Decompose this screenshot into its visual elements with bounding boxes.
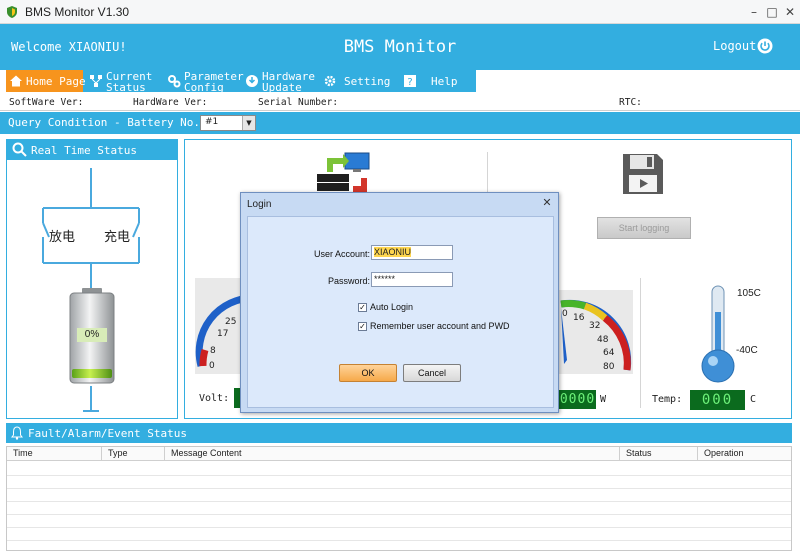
logout-link[interactable]: Logout [713, 39, 756, 53]
power-unit: W [600, 394, 607, 405]
volt-tick-25: 25 [225, 317, 236, 327]
software-version-label: SoftWare Ver: [9, 97, 84, 108]
menu-setting[interactable]: Setting [320, 70, 398, 92]
temp-lcd-display: 000 [690, 390, 745, 410]
column-header-time[interactable]: Time [7, 447, 102, 461]
power-tick-32: 32 [589, 321, 600, 331]
cancel-button[interactable]: Cancel [403, 364, 461, 382]
table-row-line [7, 540, 791, 541]
pc-battery-connection-icon [317, 152, 370, 192]
bell-icon [11, 426, 23, 440]
menu-help[interactable]: ? Help [398, 70, 476, 92]
volt-label: Volt: [199, 393, 230, 404]
power-tick-64: 64 [603, 348, 615, 358]
volt-tick-8: 8 [210, 346, 216, 356]
power-icon[interactable] [757, 38, 773, 54]
network-icon [90, 75, 102, 87]
thermometer-icon [701, 285, 735, 383]
fault-status-header: Fault/Alarm/Event Status [6, 423, 792, 443]
table-row-line [7, 527, 791, 528]
power-tick-16: 16 [573, 313, 585, 323]
power-gauge: 0 16 32 48 64 80 [559, 290, 633, 374]
login-close-button[interactable]: ✕ [540, 196, 554, 210]
svg-text:?: ? [407, 77, 412, 88]
maximize-button[interactable]: □ [763, 3, 781, 21]
real-time-status-panel: Real Time Status 放电 充电 0% [6, 139, 178, 419]
ok-button[interactable]: OK [339, 364, 397, 382]
auto-login-label: Auto Login [370, 302, 414, 312]
user-account-input[interactable]: XIAONIU [371, 245, 453, 260]
column-header-operation[interactable]: Operation [698, 447, 791, 461]
table-row-line [7, 475, 791, 476]
battery-selected-value: #1 [205, 117, 219, 127]
auto-login-checkbox[interactable]: ✓ [358, 303, 367, 312]
column-header-status[interactable]: Status [620, 447, 698, 461]
window-titlebar: BMS Monitor V1.30 – □ ✕ [0, 0, 800, 24]
table-row-line [7, 488, 791, 489]
user-account-label: User Account: [313, 249, 370, 259]
update-icon [246, 75, 258, 87]
battery-number-select[interactable]: #1 ▼ [200, 115, 256, 131]
minimize-button[interactable]: – [745, 3, 763, 21]
login-dialog: Login ✕ User Account: XIAONIU Password: … [240, 192, 559, 413]
user-account-value: XIAONIU [374, 247, 412, 257]
login-dialog-body: User Account: XIAONIU Password: ****** ✓… [247, 216, 554, 408]
gear-icon [324, 75, 336, 87]
real-time-status-header: Real Time Status [7, 140, 177, 160]
panel-divider [640, 278, 641, 408]
menu-parameter-config[interactable]: Parameter Config [164, 70, 244, 93]
menu-hardware-update[interactable]: Hardware Update [242, 70, 320, 93]
app-logo-icon [7, 6, 17, 18]
floppy-save-icon [623, 154, 663, 194]
column-header-message[interactable]: Message Content [165, 447, 620, 461]
hardware-version-label: HardWare Ver: [133, 97, 208, 108]
app-header: Welcome XIAONIU! BMS Monitor Logout [0, 24, 800, 70]
real-time-status-title: Real Time Status [31, 144, 137, 157]
remember-label: Remember user account and PWD [370, 321, 510, 331]
serial-number-label: Serial Number: [258, 97, 339, 108]
query-bar: Query Condition - Battery No.: #1 ▼ [0, 112, 800, 134]
temp-unit: C [750, 394, 757, 405]
gears-icon [168, 75, 181, 88]
column-header-type[interactable]: Type [102, 447, 165, 461]
power-tick-48: 48 [597, 335, 609, 345]
therm-min-label: -40C [736, 345, 758, 356]
help-icon: ? [404, 75, 416, 88]
discharge-switch-label: 放电 [49, 230, 76, 245]
rtc-label: RTC: [619, 97, 642, 108]
remember-checkbox[interactable]: ✓ [358, 322, 367, 331]
login-dialog-title: Login [247, 199, 272, 210]
charge-switch-label: 充电 [104, 230, 131, 245]
volt-tick-17: 17 [217, 329, 228, 339]
start-logging-button[interactable]: Start logging [597, 217, 691, 239]
fault-status-title: Fault/Alarm/Event Status [28, 427, 187, 440]
app-title: BMS Monitor [343, 37, 457, 57]
query-label: Query Condition - Battery No.: [8, 116, 207, 129]
menu-current-status[interactable]: Current Status [86, 70, 164, 93]
therm-max-label: 105C [737, 288, 761, 299]
fault-table[interactable]: Time Type Message Content Status Operati… [6, 446, 792, 551]
close-button[interactable]: ✕ [781, 3, 799, 21]
password-input[interactable]: ****** [371, 272, 453, 287]
home-icon [10, 75, 22, 87]
soc-percentage: 0% [77, 328, 107, 342]
volt-tick-0: 0 [209, 361, 215, 371]
magnifier-icon [12, 142, 27, 157]
menu-label: Help [431, 75, 458, 88]
main-menu: Home Page Current Status Parameter Confi… [6, 70, 476, 93]
device-info-bar: SoftWare Ver: HardWare Ver: Serial Numbe… [0, 93, 800, 111]
power-tick-80: 80 [603, 362, 615, 372]
window-title: BMS Monitor V1.30 [25, 5, 130, 19]
table-row-line [7, 501, 791, 502]
power-lcd-display: 0000 [559, 390, 596, 409]
chevron-down-icon[interactable]: ▼ [242, 116, 255, 130]
temp-label: Temp: [652, 394, 683, 405]
table-row-line [7, 514, 791, 515]
password-label: Password: [327, 276, 370, 286]
power-tick-0: 0 [562, 309, 568, 319]
menu-home-page[interactable]: Home Page [6, 70, 86, 92]
